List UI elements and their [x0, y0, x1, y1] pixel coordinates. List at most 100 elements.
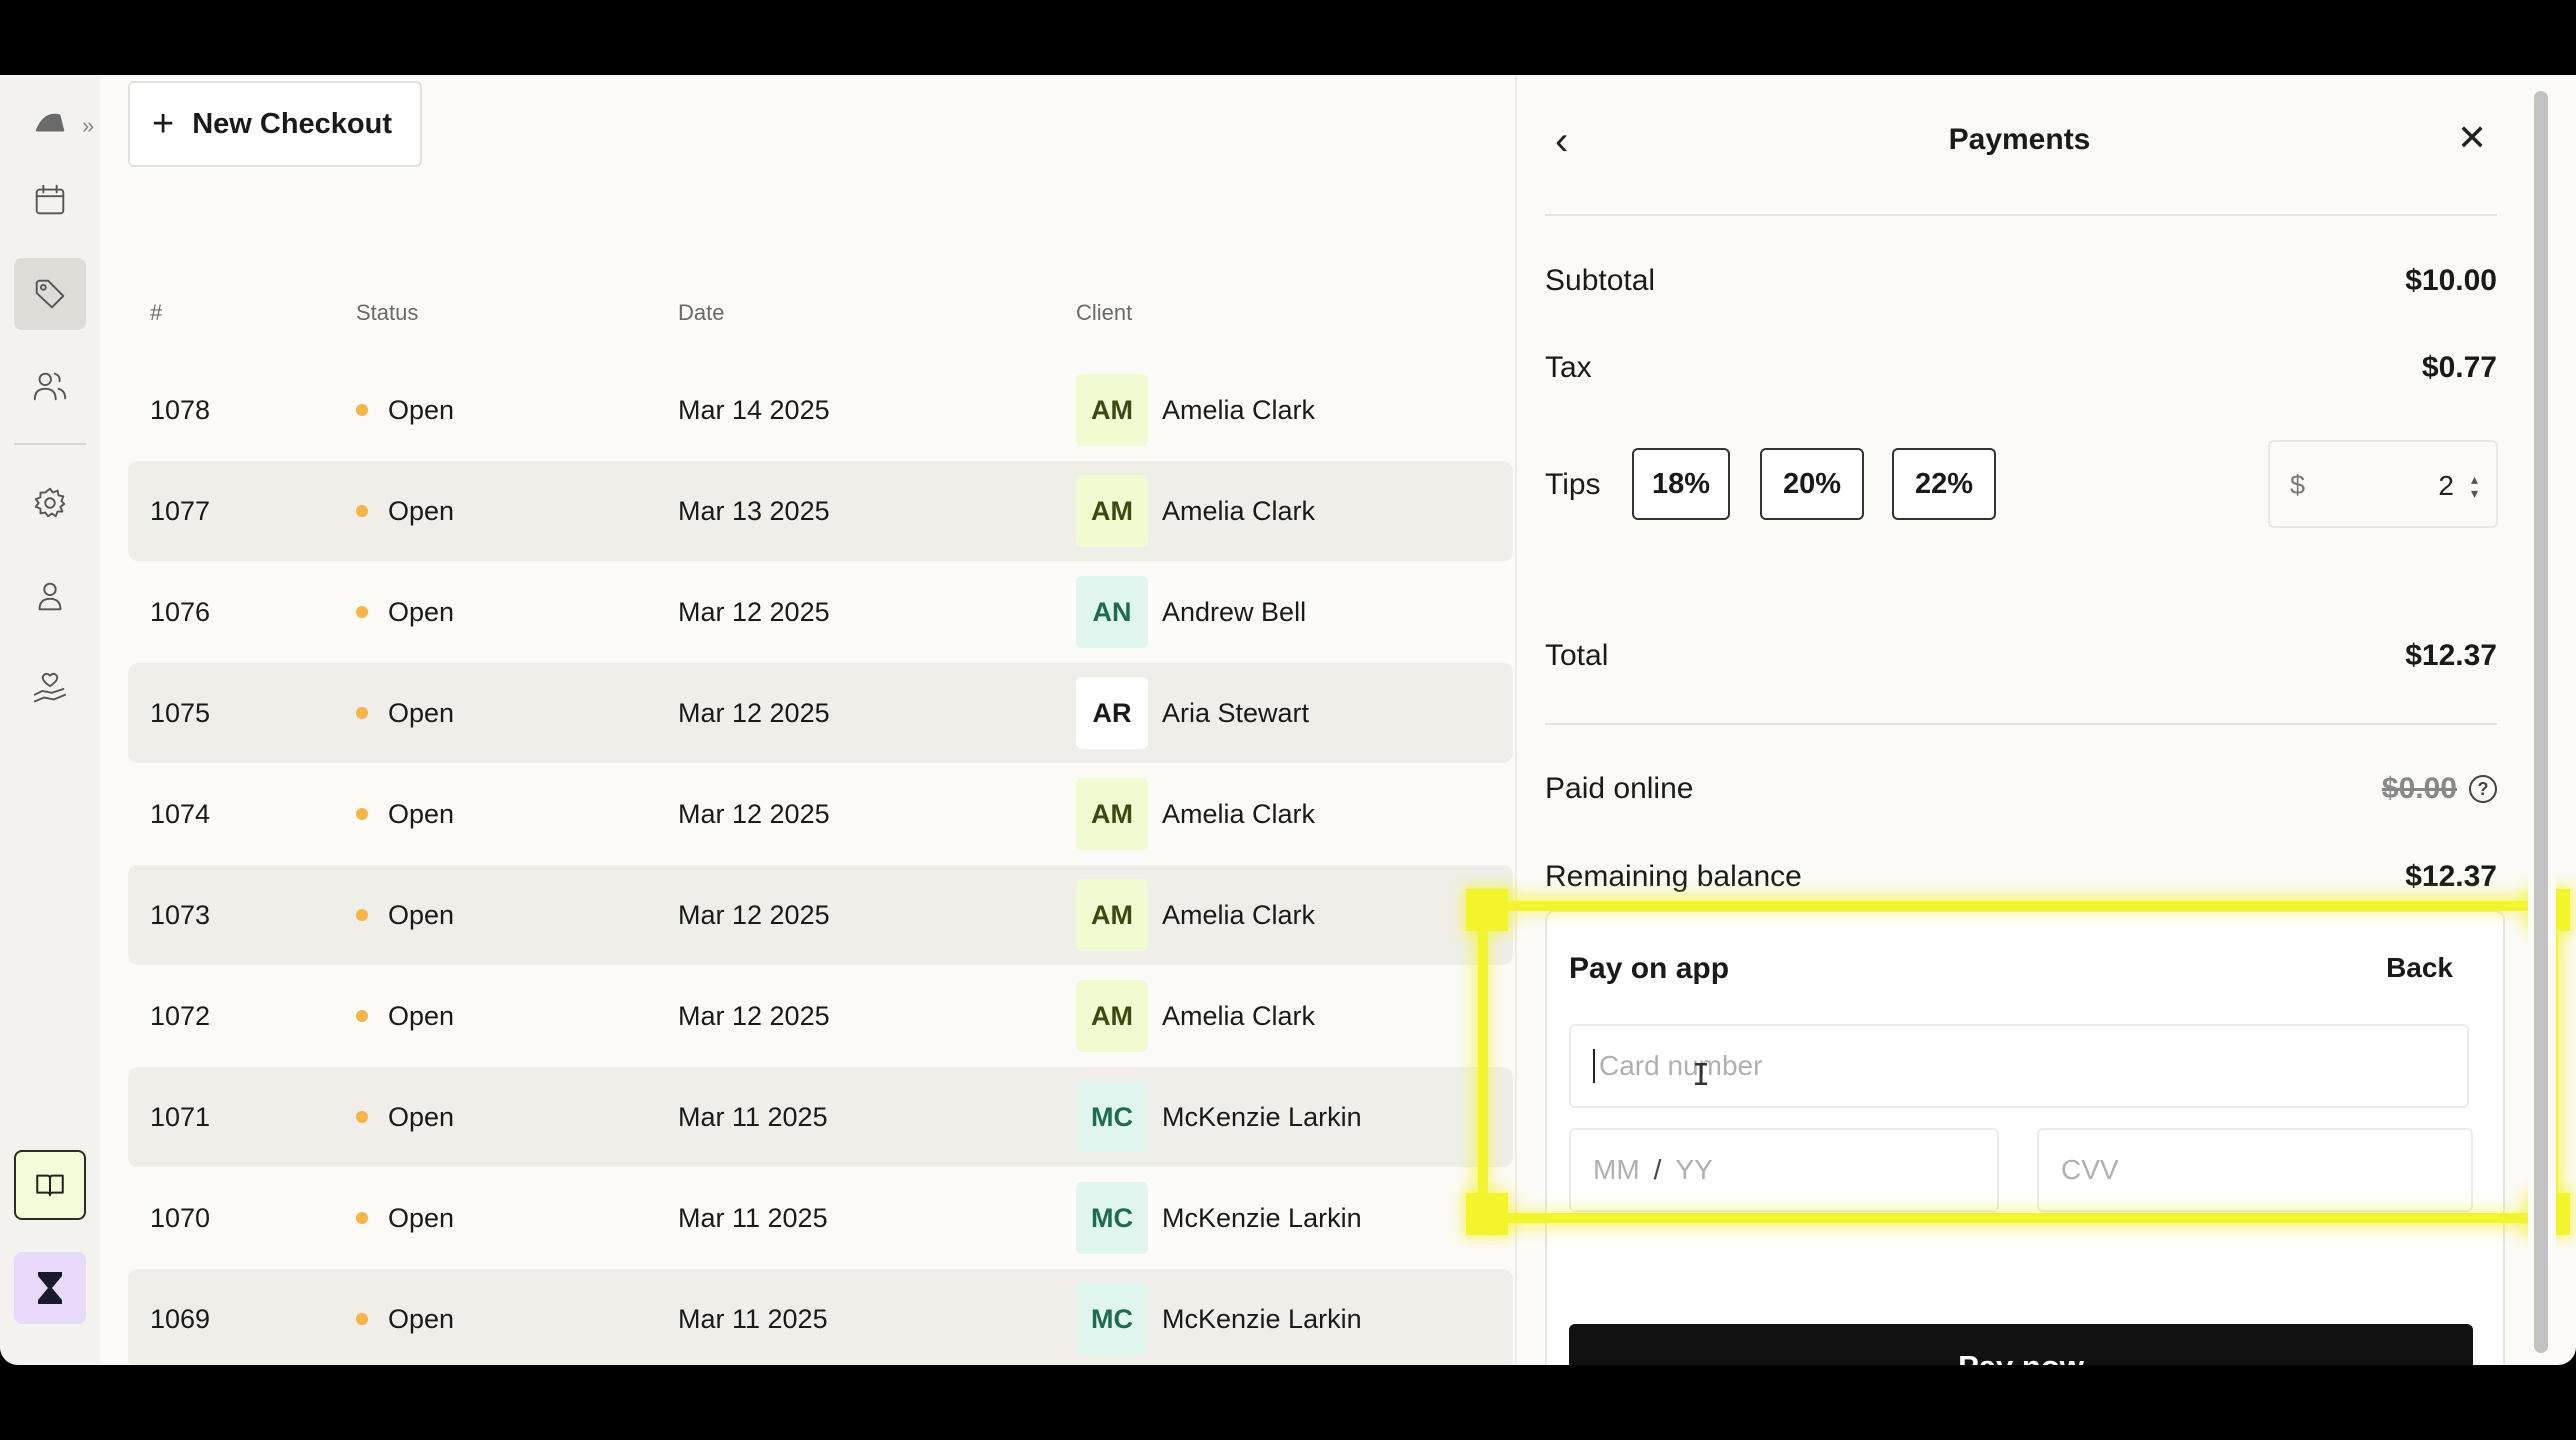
subtotal-row: Subtotal $10.00	[1545, 264, 2497, 298]
stepper-icon[interactable]: ▴ ▾	[2471, 472, 2478, 500]
calendar-icon[interactable]	[14, 164, 86, 236]
header-date: Date	[678, 300, 725, 325]
client-name: Amelia Clark	[1162, 798, 1316, 829]
tax-row: Tax $0.77	[1545, 351, 2497, 385]
table-row[interactable]: 1070 Open Mar 11 2025 MC McKenzie Larkin	[128, 1168, 1513, 1268]
avatar: AM	[1076, 374, 1148, 446]
subtotal-value: $10.00	[2405, 264, 2497, 297]
row-date: Mar 11 2025	[678, 1101, 828, 1132]
status-label: Open	[388, 1000, 455, 1031]
row-status: Open	[356, 461, 454, 561]
sidebar: »	[0, 75, 100, 1365]
client-name: McKenzie Larkin	[1162, 1101, 1362, 1132]
pay-card-back-link[interactable]: Back	[2386, 952, 2453, 984]
help-icon[interactable]: ?	[2469, 775, 2497, 803]
expiry-separator: /	[1653, 1154, 1662, 1185]
table-row[interactable]: 1073 Open Mar 12 2025 AM Amelia Clark	[128, 865, 1513, 965]
avatar: AM	[1076, 778, 1148, 850]
table-header: # Status Date Client	[128, 195, 1513, 360]
pay-now-button[interactable]: Pay now	[1569, 1324, 2473, 1365]
row-number: 1069	[150, 1303, 211, 1334]
client-name: Amelia Clark	[1162, 899, 1316, 930]
hourglass-icon[interactable]	[14, 1252, 86, 1324]
tip-20-button[interactable]: 20%	[1760, 448, 1864, 520]
cvv-input[interactable]: CVV	[2037, 1128, 2473, 1212]
avatar: MC	[1076, 1081, 1148, 1153]
tip-22-button[interactable]: 22%	[1892, 448, 1996, 520]
status-label: Open	[388, 798, 455, 829]
users-icon[interactable]	[14, 350, 86, 422]
table-row[interactable]: 1075 Open Mar 12 2025 AR Aria Stewart	[128, 663, 1513, 763]
row-client: AM Amelia Clark	[1076, 461, 1315, 561]
pay-on-app-card: Pay on app Back Card number MM / YY CVV …	[1545, 910, 2505, 1365]
sidebar-divider	[14, 443, 86, 445]
total-row: Total $12.37	[1545, 639, 2497, 673]
status-dot-icon	[356, 909, 368, 921]
close-icon[interactable]: ✕	[2457, 117, 2487, 159]
row-client: AM Amelia Clark	[1076, 865, 1315, 965]
avatar: AM	[1076, 980, 1148, 1052]
row-status: Open	[356, 1067, 454, 1167]
expiry-input[interactable]: MM / YY	[1569, 1128, 1999, 1212]
remaining-value: $12.37	[2405, 860, 2497, 893]
status-label: Open	[388, 495, 455, 526]
divider	[1545, 723, 2497, 725]
status-dot-icon	[356, 1010, 368, 1022]
row-client: MC McKenzie Larkin	[1076, 1168, 1362, 1268]
row-client: AR Aria Stewart	[1076, 663, 1309, 763]
tip-18-button[interactable]: 18%	[1632, 448, 1730, 520]
book-icon[interactable]	[14, 1150, 86, 1220]
custom-tip-input[interactable]: $ 2 ▴ ▾	[2268, 440, 2498, 528]
table-row[interactable]: 1072 Open Mar 12 2025 AM Amelia Clark	[128, 966, 1513, 1066]
row-date: Mar 11 2025	[678, 1303, 828, 1334]
scrollbar-thumb[interactable]	[2534, 91, 2548, 1353]
status-dot-icon	[356, 505, 368, 517]
hand-heart-icon[interactable]	[14, 653, 86, 725]
new-checkout-label: New Checkout	[192, 107, 393, 140]
tip-amount: 2	[2438, 470, 2454, 501]
avatar: AM	[1076, 879, 1148, 951]
avatar: MC	[1076, 1283, 1148, 1355]
scrollbar[interactable]	[2528, 75, 2556, 1365]
table-row[interactable]: 1071 Open Mar 11 2025 MC McKenzie Larkin	[128, 1067, 1513, 1167]
row-client: AM Amelia Clark	[1076, 764, 1315, 864]
cvv-placeholder: CVV	[2061, 1154, 2119, 1185]
row-number: 1070	[150, 1202, 211, 1233]
table-row[interactable]: 1078 Open Mar 14 2025 AM Amelia Clark	[128, 360, 1513, 460]
person-icon[interactable]	[14, 560, 86, 632]
row-date: Mar 12 2025	[678, 596, 830, 627]
gear-icon[interactable]	[14, 467, 86, 539]
status-dot-icon	[356, 606, 368, 618]
tag-icon[interactable]	[14, 258, 86, 330]
table-row[interactable]: 1074 Open Mar 12 2025 AM Amelia Clark	[128, 764, 1513, 864]
table-row[interactable]: 1069 Open Mar 11 2025 MC McKenzie Larkin	[128, 1269, 1513, 1365]
header-status: Status	[356, 300, 419, 325]
client-name: Amelia Clark	[1162, 495, 1316, 526]
checkout-table: # Status Date Client 1078 Open Mar 14 2025…	[128, 195, 1513, 1365]
row-date: Mar 12 2025	[678, 798, 830, 829]
pay-on-app-title: Pay on app	[1569, 952, 1730, 985]
expand-sidebar-icon[interactable]: »	[82, 113, 94, 139]
text-caret	[1593, 1049, 1595, 1083]
row-number: 1074	[150, 798, 211, 829]
logo-icon[interactable]	[14, 85, 86, 157]
row-status: Open	[356, 1269, 454, 1365]
status-label: Open	[388, 1101, 455, 1132]
row-date: Mar 13 2025	[678, 495, 830, 526]
tip-currency: $	[2290, 470, 2306, 500]
status-label: Open	[388, 1303, 455, 1334]
client-name: Aria Stewart	[1162, 697, 1310, 728]
new-checkout-button[interactable]: + New Checkout	[128, 81, 422, 167]
table-row[interactable]: 1077 Open Mar 13 2025 AM Amelia Clark	[128, 461, 1513, 561]
row-number: 1075	[150, 697, 211, 728]
paid-online-value: $0.00	[2381, 772, 2457, 805]
tips-row: Tips 18% 20% 22% $ 2 ▴ ▾	[1545, 440, 2498, 530]
panel-title: Payments	[1948, 123, 2091, 156]
row-number: 1077	[150, 495, 211, 526]
row-client: AM Amelia Clark	[1076, 360, 1315, 460]
status-dot-icon	[356, 808, 368, 820]
row-client: AM Amelia Clark	[1076, 966, 1315, 1066]
avatar: MC	[1076, 1182, 1148, 1254]
avatar: AM	[1076, 475, 1148, 547]
table-row[interactable]: 1076 Open Mar 12 2025 AN Andrew Bell	[128, 562, 1513, 662]
